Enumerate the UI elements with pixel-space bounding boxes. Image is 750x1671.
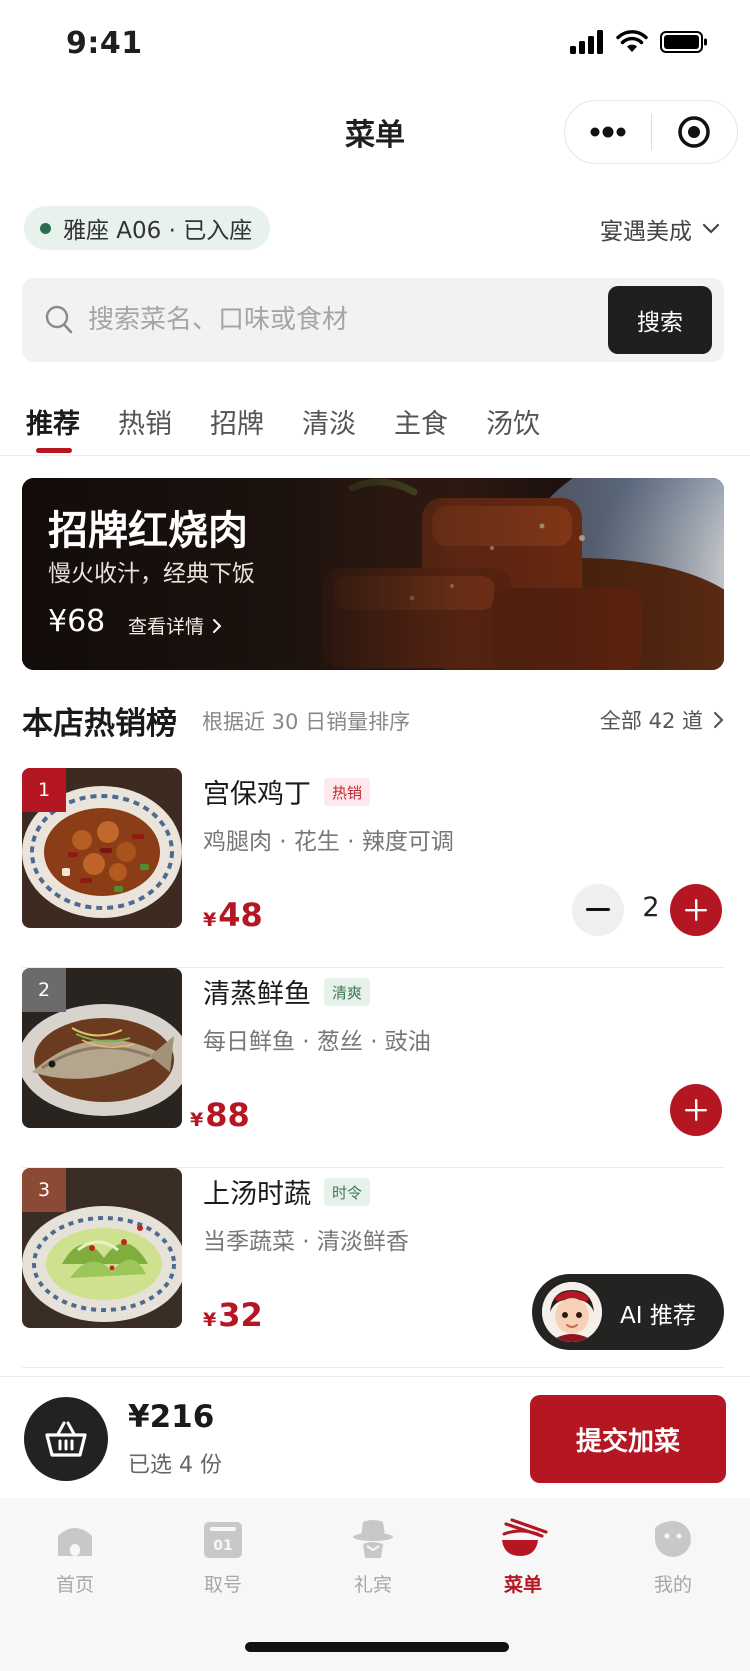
plus-icon: [685, 899, 707, 921]
dish-item[interactable]: 1 宫保鸡丁 热销 鸡腿肉 · 花生 · 辣度可调 ¥48 2: [22, 768, 724, 968]
cart-total-price: ¥216: [128, 1399, 215, 1435]
minus-icon: [586, 908, 610, 911]
decrease-quantity-button[interactable]: [572, 884, 624, 936]
ai-assistant-avatar: [542, 1282, 602, 1342]
dish-tag-hot: 热销: [324, 778, 371, 806]
dish-description: 每日鲜鱼 · 葱丝 · 豉油: [203, 1029, 431, 1055]
cart-button[interactable]: [24, 1397, 108, 1481]
price-value: 32: [218, 1296, 263, 1334]
hot-list-header: 本店热销榜 根据近 30 日销量排序 全部 42 道: [22, 694, 728, 744]
rank-badge: 2: [22, 968, 66, 1012]
tabbar-item-queue[interactable]: 01 取号: [148, 1516, 298, 1597]
tabbar-label: 礼宾: [353, 1574, 392, 1596]
basket-icon: [45, 1421, 87, 1457]
hot-list-subtitle: 根据近 30 日销量排序: [202, 710, 411, 734]
tabbar-item-concierge[interactable]: 礼宾: [298, 1516, 448, 1597]
category-tabs: 推荐 热销 招牌 清淡 主食 汤饮: [0, 394, 750, 456]
seated-status-dot: [40, 222, 51, 234]
tabbar-item-menu[interactable]: 菜单: [448, 1516, 598, 1597]
view-all-link[interactable]: 全部 42 道: [600, 705, 724, 735]
bottom-tab-bar: 首页 01 取号 礼宾 菜单 我的: [0, 1498, 750, 1671]
close-mini-program-button[interactable]: [652, 101, 738, 163]
banner-price: ¥68: [48, 604, 106, 639]
search-input[interactable]: [88, 278, 608, 362]
price-currency: ¥: [203, 1309, 217, 1331]
rank-badge: 3: [22, 1168, 66, 1212]
signal-icon: [570, 30, 603, 54]
home-icon: [58, 1528, 92, 1556]
active-tab-indicator: [36, 448, 72, 453]
cart-item-count: 已选 4 份: [128, 1453, 222, 1478]
dish-name: 清蒸鲜鱼: [203, 979, 311, 1010]
target-close-icon: [678, 116, 710, 148]
svg-text:01: 01: [213, 1538, 232, 1554]
hot-list-title: 本店热销榜: [22, 706, 177, 742]
dish-price: ¥88: [190, 1096, 250, 1134]
price-currency: ¥: [203, 909, 217, 931]
tabbar-label: 我的: [653, 1574, 692, 1596]
dish-price: ¥32: [203, 1296, 263, 1334]
profile-icon: [655, 1521, 691, 1557]
navigation-bar: 菜单: [0, 96, 750, 168]
tab-soup-drinks[interactable]: 汤饮: [486, 402, 540, 456]
view-all-label: 全部 42 道: [599, 709, 703, 733]
tabbar-item-home[interactable]: 首页: [0, 1516, 150, 1597]
status-bar: 9:41: [0, 0, 750, 90]
dish-name: 宫保鸡丁: [203, 779, 311, 810]
status-time: 9:41: [66, 26, 143, 61]
tab-signature[interactable]: 招牌: [210, 402, 264, 456]
tabbar-item-profile[interactable]: 我的: [598, 1516, 748, 1597]
mini-program-capsule: [564, 100, 738, 164]
view-details-label: 查看详情: [128, 616, 205, 638]
queue-ticket-icon: 01: [204, 1522, 242, 1558]
search-bar: 搜索: [22, 278, 724, 362]
quantity-value: 2: [642, 892, 660, 923]
rank-badge: 1: [22, 768, 66, 812]
banner-title: 招牌红烧肉: [48, 508, 248, 554]
dish-description: 鸡腿肉 · 花生 · 辣度可调: [203, 829, 454, 855]
tabbar-label: 取号: [203, 1574, 242, 1596]
more-dots-icon: [590, 126, 626, 138]
chevron-right-icon: [213, 618, 222, 633]
dish-price: ¥48: [203, 896, 263, 934]
table-status-badge: 雅座 A06 · 已入座: [24, 206, 271, 250]
search-button[interactable]: 搜索: [608, 286, 712, 354]
price-value: 88: [205, 1096, 250, 1134]
add-to-cart-button[interactable]: [670, 1084, 722, 1136]
status-icons: [570, 30, 708, 54]
tabbar-label: 菜单: [503, 1574, 542, 1596]
wifi-icon: [616, 30, 648, 52]
price-value: 48: [218, 896, 263, 934]
banner-subtitle: 慢火收汁，经典下饭: [48, 561, 255, 587]
price-currency: ¥: [190, 1109, 204, 1131]
search-icon: [45, 305, 73, 334]
dish-name: 上汤时蔬: [203, 1179, 311, 1210]
store-name: 宴遇美成: [600, 219, 692, 245]
menu-bowl-icon: [502, 1518, 548, 1556]
tab-hot-sales[interactable]: 热销: [118, 402, 172, 456]
cart-bar: ¥216 已选 4 份 提交加菜: [0, 1376, 750, 1498]
table-label: 雅座 A06 · 已入座: [63, 218, 253, 244]
battery-icon: [660, 31, 707, 53]
home-indicator: [245, 1642, 509, 1652]
ai-recommend-button[interactable]: AI 推荐: [532, 1274, 724, 1350]
dish-item[interactable]: 2 清蒸鲜鱼 清爽 每日鲜鱼 · 葱丝 · 豉油 ¥88: [22, 968, 724, 1168]
ai-recommend-label: AI 推荐: [620, 1303, 696, 1329]
dish-tag-seasonal: 时令: [324, 1178, 371, 1206]
more-button[interactable]: [565, 101, 651, 163]
tab-staple[interactable]: 主食: [394, 402, 448, 456]
featured-dish-banner[interactable]: 招牌红烧肉 慢火收汁，经典下饭 ¥68 查看详情: [22, 478, 724, 670]
dish-tag-fresh: 清爽: [324, 978, 371, 1006]
concierge-icon: [353, 1520, 393, 1558]
store-selector[interactable]: 宴遇美成: [600, 212, 720, 246]
tab-light[interactable]: 清淡: [302, 402, 356, 456]
plus-icon: [685, 1099, 707, 1121]
increase-quantity-button[interactable]: [670, 884, 722, 936]
chevron-down-icon: [702, 223, 720, 234]
chevron-right-icon: [713, 711, 724, 729]
submit-order-button[interactable]: 提交加菜: [530, 1395, 726, 1483]
tabbar-label: 首页: [55, 1574, 94, 1596]
dish-description: 当季蔬菜 · 清淡鲜香: [203, 1229, 409, 1255]
view-details-link[interactable]: 查看详情: [128, 612, 222, 639]
